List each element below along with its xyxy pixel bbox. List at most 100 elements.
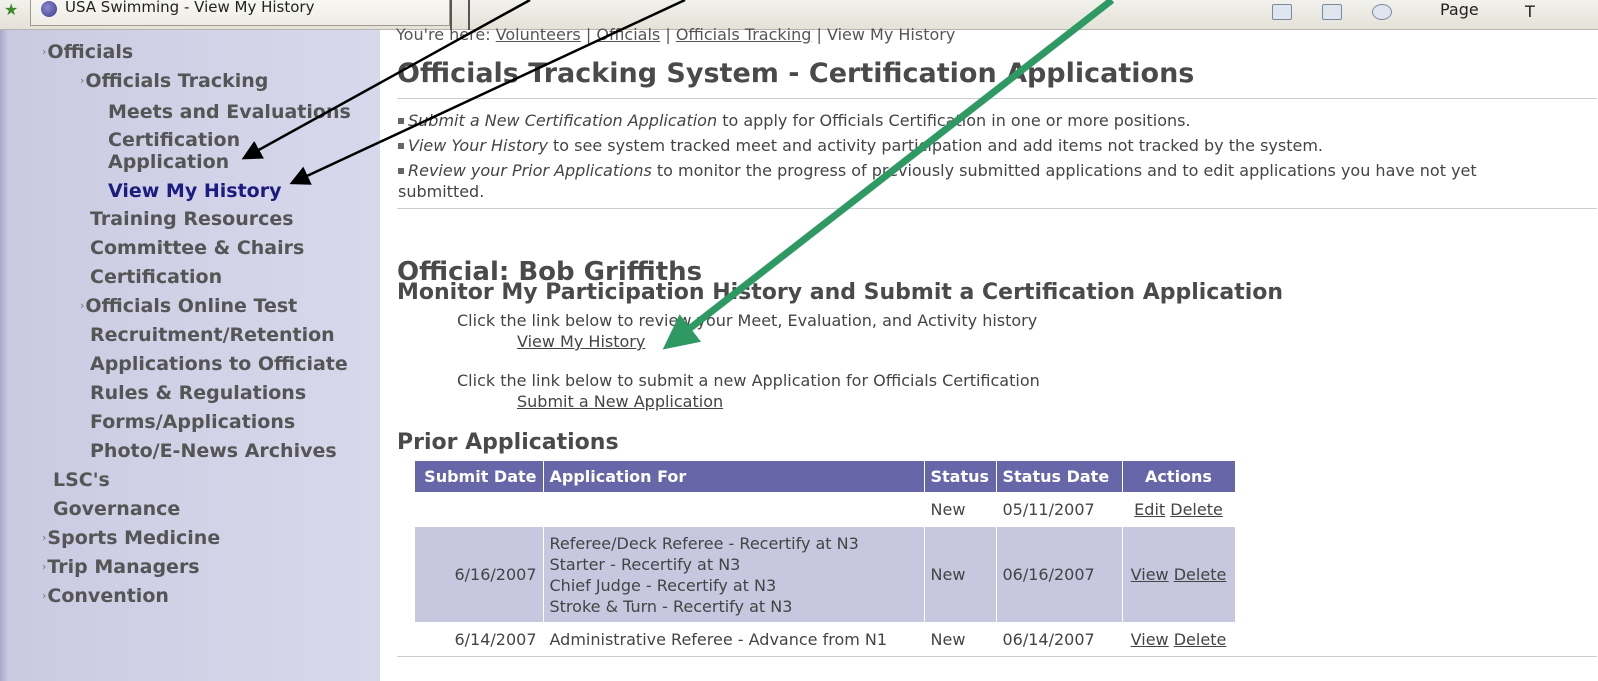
view-my-history-link[interactable]: View My History (517, 332, 645, 351)
cell-submit-date (415, 492, 544, 527)
nav-label: Officials Online Test (85, 295, 298, 317)
nav-committee-chairs[interactable]: Committee & Chairs (90, 237, 304, 259)
header-actions: Actions (1122, 461, 1236, 492)
intro-divider (397, 208, 1597, 209)
expand-arrow-icon: › (42, 531, 47, 544)
nav-forms-applications[interactable]: Forms/Applications (90, 411, 295, 433)
home-icon[interactable] (1272, 4, 1292, 20)
nav-certification-application[interactable]: Certification (108, 129, 240, 151)
nav-governance[interactable]: Governance (53, 498, 180, 520)
edit-link[interactable]: Edit (1134, 500, 1165, 519)
intro-item: View Your History to see system tracked … (398, 133, 1598, 158)
breadcrumb-separator: | (665, 25, 671, 44)
cell-application-for: Administrative Referee - Advance from N1 (543, 622, 925, 657)
expand-arrow-icon: › (42, 560, 47, 573)
cell-actions: View Delete (1122, 622, 1236, 657)
nav-label: Officials (47, 41, 134, 63)
page-menu[interactable]: Page (1440, 0, 1479, 19)
intro-list: Submit a New Certification Application t… (398, 108, 1598, 204)
intro-item-text: to see system tracked meet and activity … (547, 136, 1323, 155)
table-header-row: Submit Date Application For Status Statu… (415, 461, 1236, 492)
table-row: New 05/11/2007 Edit Delete (415, 492, 1236, 527)
intro-item-text: to monitor the progress of previously su… (651, 161, 1477, 180)
nav-label: Convention (47, 585, 169, 607)
nav-officials-online-test[interactable]: ›Officials Online Test (80, 295, 297, 320)
view-link[interactable]: View (1131, 565, 1169, 584)
bullet-icon (398, 143, 404, 149)
application-line: Starter - Recertify at N3 (549, 554, 741, 574)
intro-item-emphasis: Review your Prior Applications (408, 161, 652, 180)
delete-link[interactable]: Delete (1170, 500, 1223, 519)
nav-convention[interactable]: ›Convention (42, 585, 169, 610)
tools-menu[interactable]: T (1525, 2, 1535, 21)
nav-officials[interactable]: ›Officials (42, 41, 133, 66)
breadcrumb-officials-tracking[interactable]: Officials Tracking (676, 25, 812, 44)
cell-status: New (924, 492, 997, 527)
submit-new-application-link[interactable]: Submit a New Application (517, 392, 723, 411)
header-submit-date: Submit Date (415, 461, 544, 492)
nav-certification[interactable]: Certification (90, 266, 222, 288)
cell-application-for: Referee/Deck Referee - Recertify at N3 S… (543, 527, 925, 622)
application-line: Administrative Referee - Advance from N1 (549, 630, 888, 649)
header-status-date: Status Date (996, 461, 1123, 492)
intro-item-text: to apply for Officials Certification in … (717, 111, 1191, 130)
bullet-icon (398, 168, 404, 174)
cell-submit-date: 6/16/2007 (415, 527, 544, 622)
page-title: Officials Tracking System - Certificatio… (397, 58, 1195, 89)
nav-view-my-history[interactable]: View My History (108, 180, 281, 202)
table-row: 6/16/2007 Referee/Deck Referee - Recerti… (415, 527, 1236, 622)
left-navigation: ›Officials ›Officials Tracking Meets and… (0, 30, 380, 681)
nav-meets-and-evaluations[interactable]: Meets and Evaluations (108, 101, 351, 123)
nav-label: Officials Tracking (85, 70, 269, 92)
breadcrumb-officials[interactable]: Officials (596, 25, 660, 44)
table-divider (397, 656, 1597, 657)
nav-trip-managers[interactable]: ›Trip Managers (42, 556, 200, 581)
feeds-icon[interactable] (1322, 4, 1342, 20)
nav-certification-application-line2[interactable]: Application (108, 151, 229, 173)
header-application-for: Application For (543, 461, 925, 492)
submit-instructions: Click the link below to submit a new App… (457, 371, 1040, 390)
bullet-icon (398, 118, 404, 124)
header-status: Status (924, 461, 997, 492)
delete-link[interactable]: Delete (1174, 565, 1227, 584)
applications-table: Submit Date Application For Status Statu… (415, 461, 1236, 657)
cell-status-date: 06/14/2007 (996, 622, 1123, 657)
nav-photo-enews-archives[interactable]: Photo/E-News Archives (90, 440, 337, 462)
tab-title: USA Swimming - View My History (65, 0, 315, 16)
nav-lscs[interactable]: LSC's (53, 469, 110, 491)
title-divider (397, 98, 1597, 99)
breadcrumb-separator: | (585, 25, 592, 44)
cell-status-date: 06/16/2007 (996, 527, 1123, 622)
view-link[interactable]: View (1131, 630, 1169, 649)
nav-rules-regulations[interactable]: Rules & Regulations (90, 382, 306, 404)
favorites-star-icon[interactable]: ★ (4, 0, 18, 19)
breadcrumb-current: View My History (826, 25, 956, 44)
nav-sports-medicine[interactable]: ›Sports Medicine (42, 527, 220, 552)
application-line: Chief Judge - Recertify at N3 (549, 575, 777, 595)
intro-item: Review your Prior Applications to monito… (398, 158, 1598, 183)
intro-item-emphasis: Submit a New Certification Application (408, 111, 718, 130)
expand-arrow-icon: › (80, 74, 85, 87)
history-instructions: Click the link below to review your Meet… (457, 311, 1038, 330)
application-line: Referee/Deck Referee - Recertify at N3 (549, 533, 859, 553)
cell-status: New (924, 527, 997, 622)
monitor-heading: Monitor My Participation History and Sub… (397, 280, 1284, 305)
nav-recruitment-retention[interactable]: Recruitment/Retention (90, 324, 335, 346)
browser-tab[interactable]: USA Swimming - View My History (30, 0, 450, 26)
print-icon[interactable] (1372, 4, 1392, 20)
site-favicon-icon (41, 1, 57, 17)
cell-submit-date: 6/14/2007 (415, 622, 544, 657)
nav-training-resources[interactable]: Training Resources (90, 208, 294, 230)
intro-item-emphasis: View Your History (408, 136, 548, 155)
nav-officials-tracking[interactable]: ›Officials Tracking (80, 70, 268, 95)
nav-label: Sports Medicine (47, 527, 221, 549)
expand-arrow-icon: › (42, 589, 47, 602)
intro-item: Submit a New Certification Application t… (398, 108, 1598, 133)
cell-status-date: 05/11/2007 (996, 492, 1123, 527)
breadcrumb-prefix: You're here: (396, 25, 491, 44)
breadcrumb-volunteers[interactable]: Volunteers (496, 25, 581, 44)
nav-applications-to-officiate[interactable]: Applications to Officiate (90, 353, 348, 375)
delete-link[interactable]: Delete (1174, 630, 1227, 649)
breadcrumb-separator: | (816, 25, 822, 44)
cell-status: New (924, 622, 997, 657)
